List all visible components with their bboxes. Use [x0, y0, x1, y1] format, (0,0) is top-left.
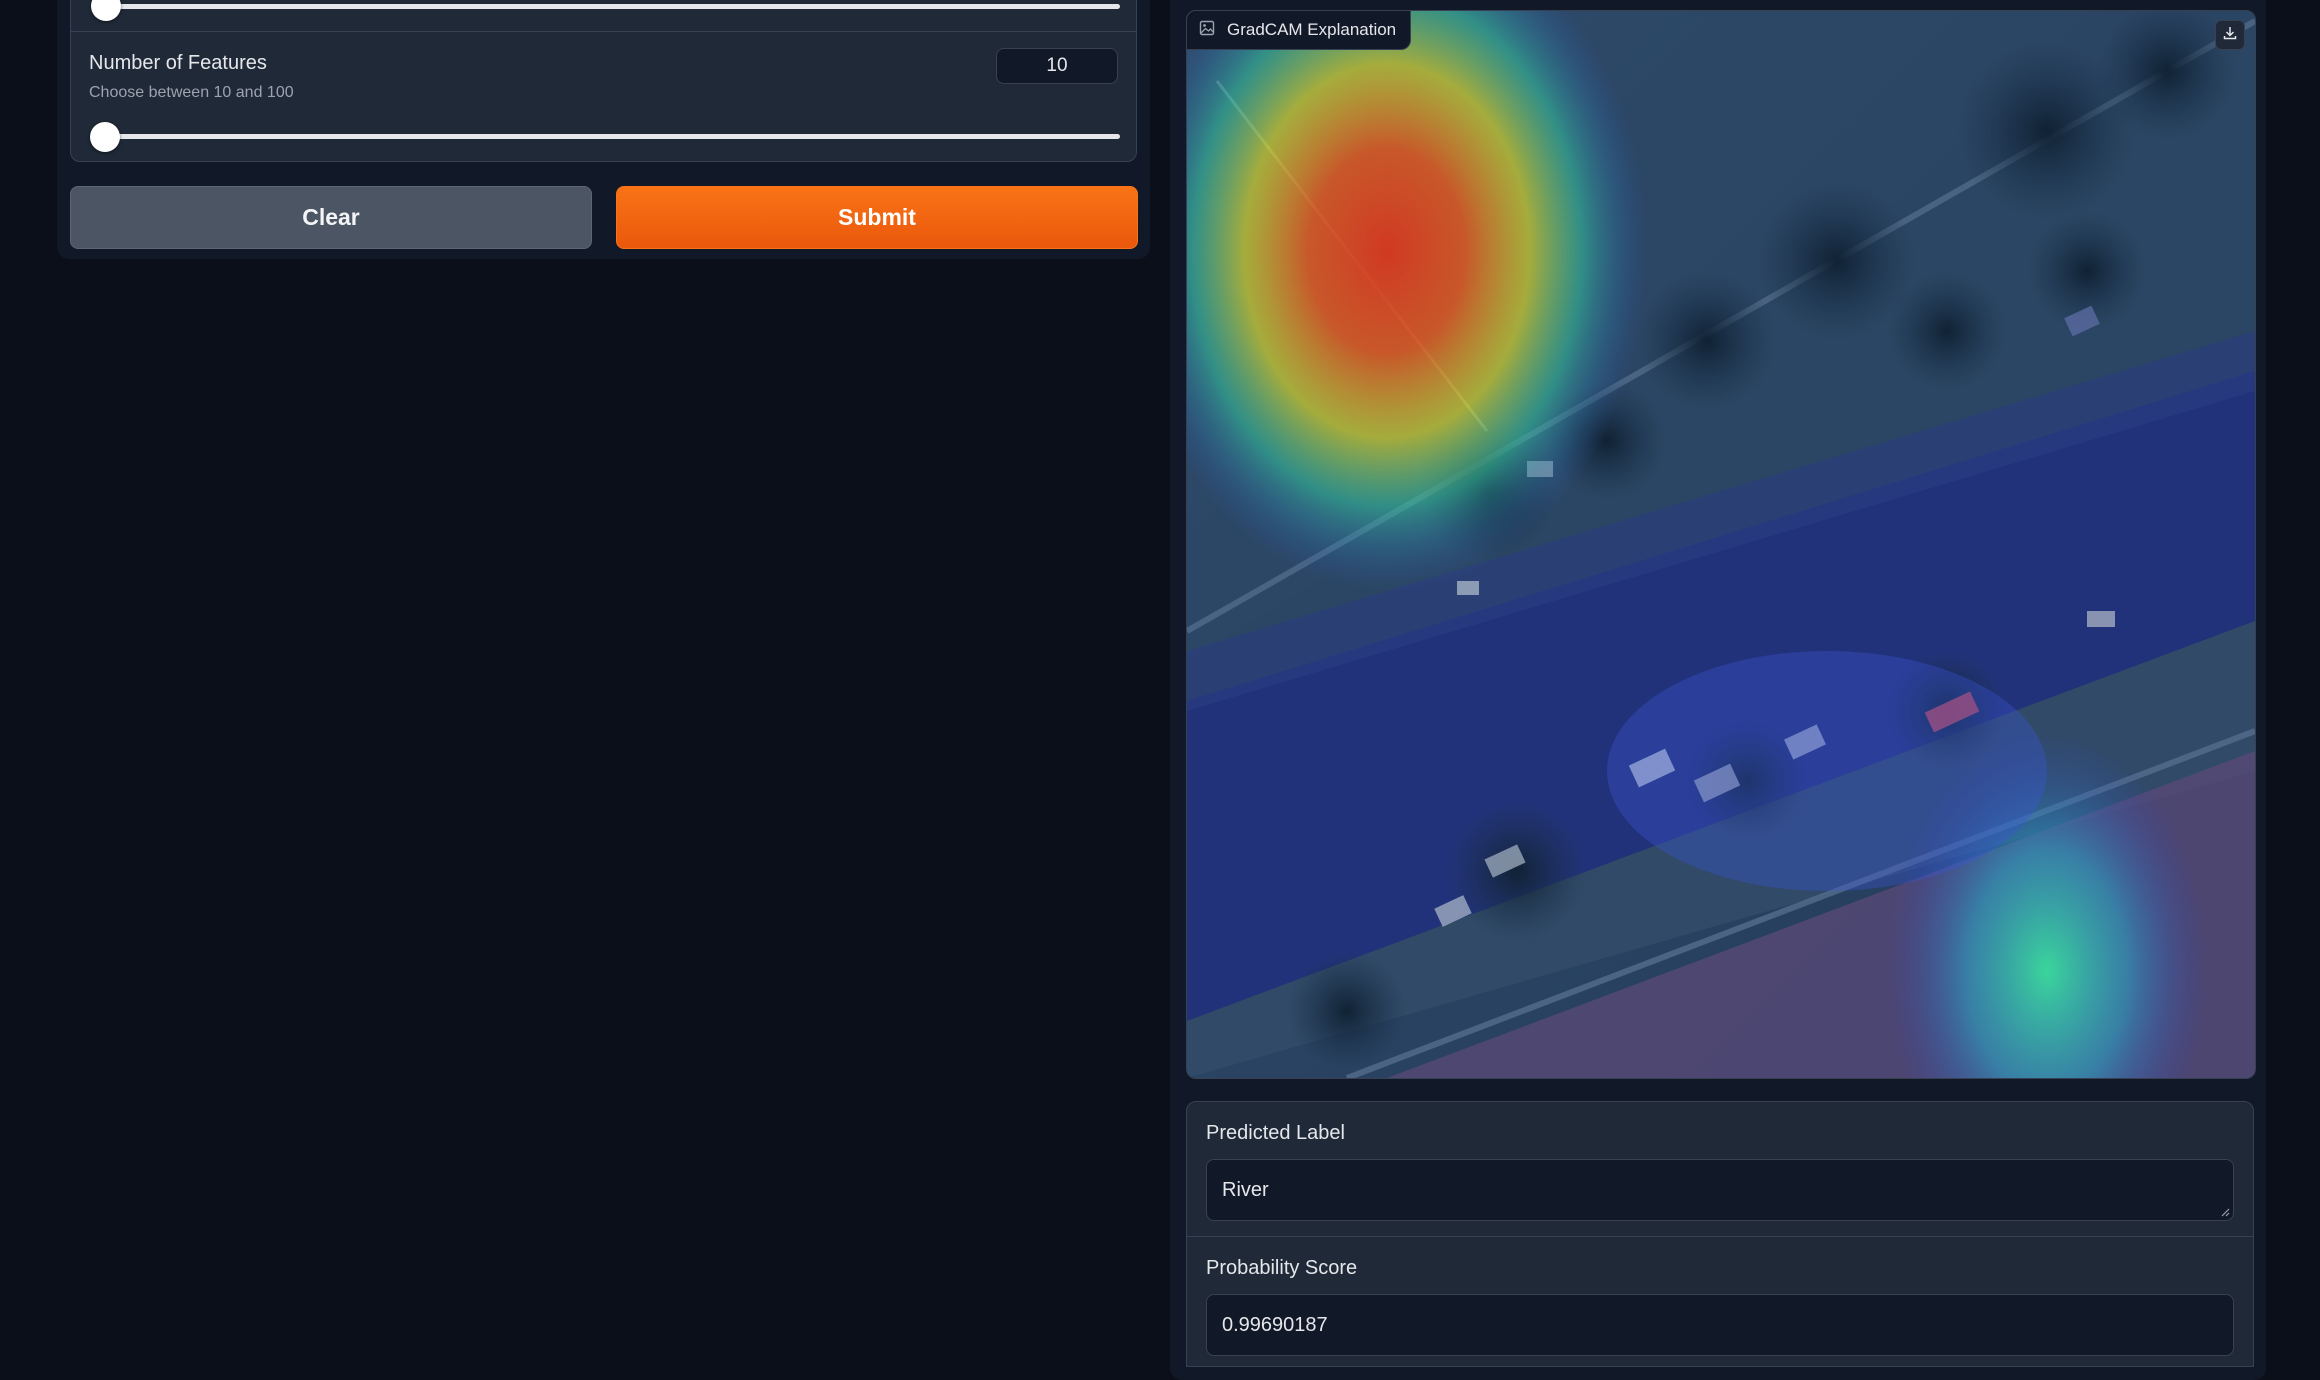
slider-track[interactable] [105, 4, 1120, 9]
features-label: Number of Features [89, 52, 267, 74]
submit-button[interactable]: Submit [616, 186, 1138, 249]
probability-score-output[interactable]: 0.99690187 [1206, 1294, 2234, 1356]
download-icon [2222, 25, 2238, 46]
resize-grip-icon[interactable] [2218, 1205, 2230, 1217]
gradcam-image-label: GradCAM Explanation [1186, 10, 1412, 50]
predicted-label-value: River [1222, 1179, 1269, 1201]
image-label-text: GradCAM Explanation [1227, 20, 1397, 39]
features-slider-track[interactable] [105, 134, 1120, 139]
slider-block-previous [70, 0, 1137, 32]
features-slider-block: Number of Features Choose between 10 and… [70, 31, 1137, 162]
predicted-label-output[interactable]: River [1206, 1159, 2234, 1221]
predicted-label-title: Predicted Label [1206, 1122, 1345, 1144]
probability-score-value: 0.99690187 [1222, 1314, 1328, 1336]
slider-thumb[interactable] [91, 0, 121, 21]
probability-score-block: Probability Score 0.99690187 [1186, 1237, 2254, 1367]
predicted-label-block: Predicted Label River [1186, 1101, 2254, 1237]
features-number-input[interactable]: 10 [996, 48, 1118, 84]
download-button[interactable] [2215, 20, 2245, 50]
features-info: Choose between 10 and 100 [89, 84, 294, 101]
clear-button[interactable]: Clear [70, 186, 592, 249]
gradcam-image [1186, 10, 2256, 1079]
features-slider-thumb[interactable] [90, 122, 120, 152]
probability-score-title: Probability Score [1206, 1257, 1358, 1279]
image-icon [1199, 20, 1215, 41]
